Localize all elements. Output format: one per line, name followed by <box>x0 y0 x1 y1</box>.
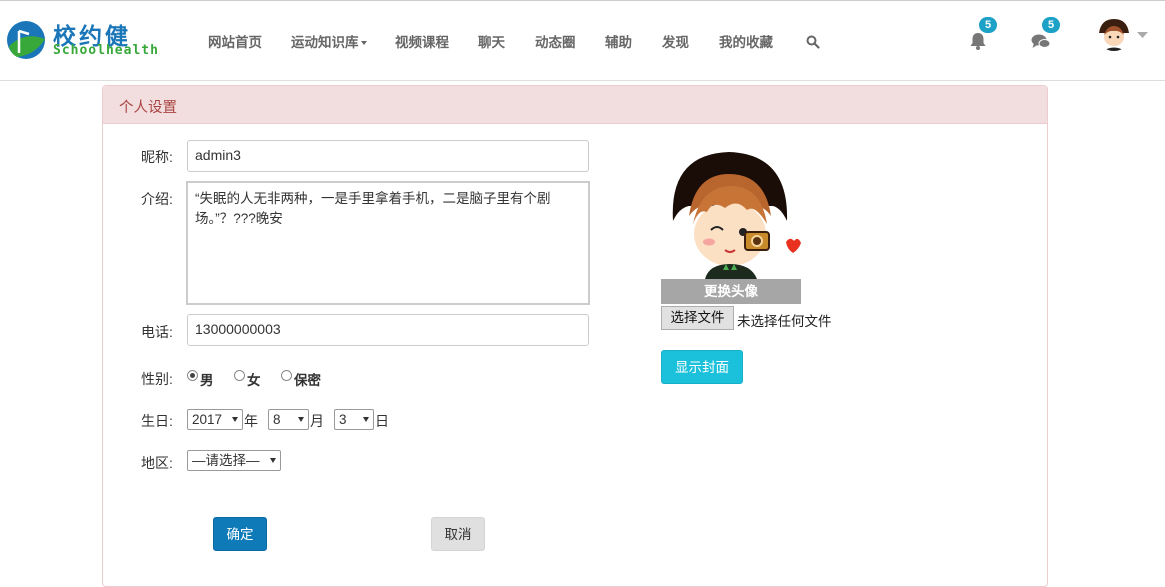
notifications-badge: 5 <box>979 17 997 33</box>
file-status-text: 未选择任何文件 <box>737 314 832 329</box>
gender-radio-male[interactable] <box>187 370 198 381</box>
birthday-year-select[interactable]: 2017 <box>187 409 243 430</box>
gender-radio-female[interactable] <box>234 370 245 381</box>
nickname-label: 昵称: <box>141 149 173 165</box>
month-unit: 月 <box>310 413 324 429</box>
nav-knowledge-label: 运动知识库 <box>291 35 359 50</box>
messages-badge: 5 <box>1042 17 1060 33</box>
messages-button[interactable] <box>1031 33 1051 51</box>
birthday-month-select[interactable]: 8 <box>268 409 309 430</box>
nav-discover[interactable]: 发现 <box>662 31 689 51</box>
nav-home[interactable]: 网站首页 <box>208 31 262 51</box>
logo-leaf-icon <box>7 21 45 59</box>
gender-female-label: 女 <box>247 373 261 388</box>
birthday-label: 生日: <box>141 413 173 429</box>
notifications-button[interactable] <box>968 31 988 51</box>
site-logo[interactable]: 校约健 Schoolhealth <box>5 15 158 65</box>
caret-down-icon <box>360 41 367 46</box>
birthday-day-select[interactable]: 3 <box>334 409 374 430</box>
intro-textarea[interactable]: “失眠的人无非两种，一是手里拿着手机，二是脑子里有个剧场。”？???晚安 <box>186 181 590 305</box>
nav-moments[interactable]: 动态圈 <box>535 31 576 51</box>
avatar-image <box>1097 17 1131 51</box>
cancel-button[interactable]: 取消 <box>431 517 485 551</box>
avatar-cartoon-image <box>661 146 801 279</box>
nickname-input[interactable]: admin3 <box>187 140 589 172</box>
panel-title: 个人设置 <box>119 100 177 116</box>
show-cover-button[interactable]: 显示封面 <box>661 350 743 384</box>
birthday-year-value: 2017 <box>192 412 223 427</box>
gender-radio-secret[interactable] <box>281 370 292 381</box>
search-icon[interactable] <box>806 35 820 49</box>
nav-chat[interactable]: 聊天 <box>478 31 505 51</box>
bell-icon <box>970 33 986 50</box>
select-arrow-icon <box>363 417 369 422</box>
nav-video-courses[interactable]: 视频课程 <box>395 31 449 51</box>
logo-subtitle: Schoolhealth <box>53 43 159 58</box>
avatar-photo <box>661 146 801 279</box>
panel-heading: 个人设置 <box>103 86 1047 124</box>
nav-assist[interactable]: 辅助 <box>605 31 632 51</box>
phone-label: 电话: <box>141 324 173 340</box>
navbar: 校约健 Schoolhealth 网站首页 运动知识库 视频课程 聊天 动态圈 … <box>0 1 1165 81</box>
gender-secret-label: 保密 <box>294 373 321 388</box>
confirm-button[interactable]: 确定 <box>213 517 267 551</box>
choose-file-button[interactable]: 选择文件 <box>661 306 734 330</box>
comments-icon <box>1031 34 1051 48</box>
region-label: 地区: <box>141 455 173 471</box>
day-unit: 日 <box>375 413 389 429</box>
phone-input[interactable]: 13000000003 <box>187 314 589 346</box>
region-value: —请选择— <box>192 453 260 468</box>
select-arrow-icon <box>270 458 276 463</box>
gender-male-label: 男 <box>200 373 214 388</box>
birthday-month-value: 8 <box>273 412 281 427</box>
user-avatar[interactable] <box>1097 17 1131 51</box>
change-avatar-button[interactable]: 更换头像 <box>661 279 801 304</box>
nav-knowledge-dropdown[interactable]: 运动知识库 <box>291 31 367 51</box>
chevron-down-icon[interactable] <box>1137 32 1148 39</box>
select-arrow-icon <box>298 417 304 422</box>
birthday-day-value: 3 <box>339 412 347 427</box>
intro-label: 介绍: <box>141 191 173 207</box>
select-arrow-icon <box>232 417 238 422</box>
year-unit: 年 <box>244 413 258 429</box>
gender-label: 性别: <box>141 371 173 387</box>
region-select[interactable]: —请选择— <box>187 450 281 471</box>
nav-favorites[interactable]: 我的收藏 <box>719 31 773 51</box>
